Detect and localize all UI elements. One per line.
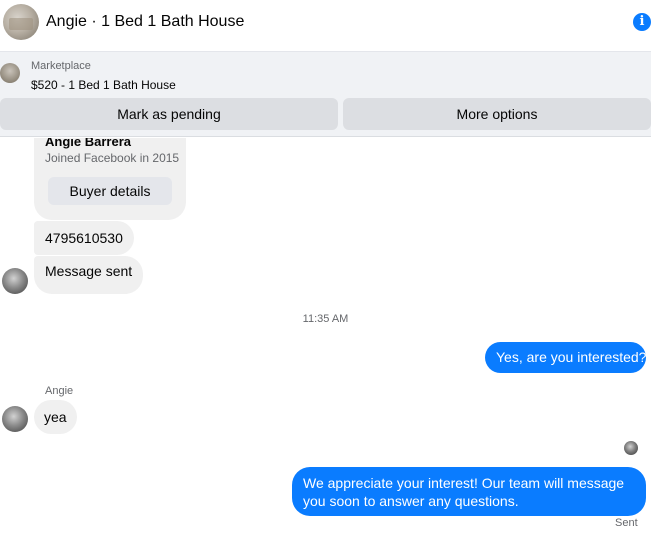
buyer-card: Angie Barrera Joined Facebook in 2015 Bu… (34, 138, 186, 220)
buyer-details-button[interactable]: Buyer details (48, 177, 172, 205)
listing-thumbnail[interactable] (0, 63, 20, 83)
message-timestamp: 11:35 AM (302, 313, 349, 325)
message-bubble-outgoing[interactable]: We appreciate your interest! Our team wi… (292, 467, 646, 516)
buyer-joined: Joined Facebook in 2015 (45, 151, 180, 165)
message-bubble-phone[interactable]: 4795610530 (34, 221, 134, 255)
marketplace-listing-bar: Marketplace $520 - 1 Bed 1 Bath House Ma… (0, 51, 651, 137)
avatar[interactable] (2, 406, 28, 432)
info-icon[interactable]: i (633, 13, 651, 31)
avatar[interactable] (2, 268, 28, 294)
conversation-title[interactable]: Angie · 1 Bed 1 Bath House (46, 13, 244, 31)
read-receipt-avatar (624, 441, 638, 455)
message-bubble-incoming[interactable]: yea (34, 400, 77, 434)
mark-as-pending-button[interactable]: Mark as pending (0, 98, 338, 130)
listing-title[interactable]: $520 - 1 Bed 1 Bath House (31, 78, 176, 92)
listing-avatar[interactable] (3, 4, 39, 40)
buyer-name: Angie Barrera (45, 138, 131, 149)
more-options-button[interactable]: More options (343, 98, 651, 130)
conversation-header: Angie · 1 Bed 1 Bath House i (0, 0, 651, 46)
message-status: Sent (615, 517, 638, 529)
marketplace-label: Marketplace (31, 60, 91, 72)
message-bubble-message-sent[interactable]: Message sent (34, 256, 144, 294)
sender-name: Angie (45, 385, 74, 397)
message-bubble-outgoing[interactable]: Yes, are you interested? (485, 342, 646, 373)
